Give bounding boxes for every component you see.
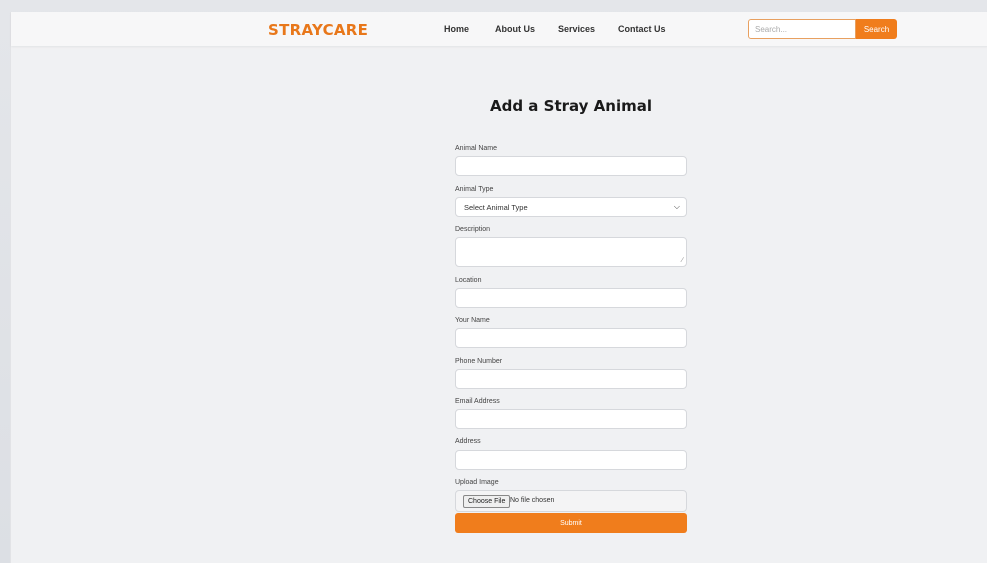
phone-number-label: Phone Number [455,358,503,365]
location-label: Location [455,277,482,284]
animal-type-selected-value: Select Animal Type [464,203,528,212]
description-textarea[interactable]: ∕ [455,237,687,267]
nav-link-about-us[interactable]: About Us [495,24,535,34]
resize-grip-icon[interactable]: ∕ [682,257,683,264]
nav-link-contact-us[interactable]: Contact Us [618,24,666,34]
nav-link-home[interactable]: Home [444,24,469,34]
animal-name-input[interactable] [455,156,687,176]
nav-link-services[interactable]: Services [558,24,595,34]
animal-name-label: Animal Name [455,145,498,152]
file-status-text: No file chosen [510,497,555,504]
email-address-label: Email Address [455,398,500,405]
upload-image-label: Upload Image [455,479,499,486]
your-name-label: Your Name [455,317,490,324]
address-input[interactable] [455,450,687,470]
email-address-input[interactable] [455,409,687,429]
phone-number-input[interactable] [455,369,687,389]
form-title: Add a Stray Animal [489,97,652,115]
animal-type-label: Animal Type [455,186,494,193]
choose-file-button[interactable]: Choose File [463,495,511,508]
animal-type-select[interactable]: Select Animal Type ⌵ [455,197,687,217]
chevron-down-icon: ⌵ [673,202,680,211]
top-navbar: STRAYCARE Home About Us Services Contact… [11,12,987,46]
submit-button[interactable]: Submit [455,513,687,533]
address-label: Address [455,438,481,445]
your-name-input[interactable] [455,328,687,348]
description-label: Description [455,226,491,233]
location-input[interactable] [455,288,687,308]
search-input[interactable] [748,19,856,39]
logo[interactable]: STRAYCARE [268,21,368,39]
search-button[interactable]: Search [856,19,897,39]
upload-image-field[interactable]: Choose File No file chosen [455,490,687,512]
